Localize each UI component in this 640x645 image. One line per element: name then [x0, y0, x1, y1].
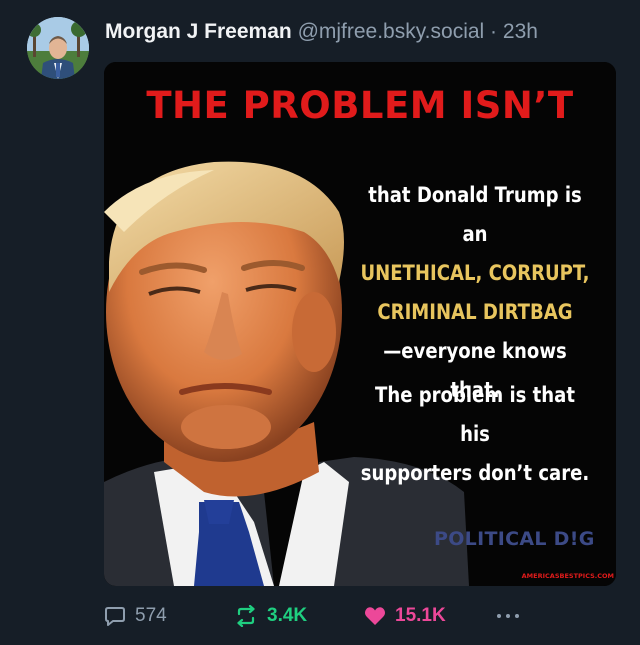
author-display-name[interactable]: Morgan J Freeman [105, 20, 292, 43]
post-timestamp[interactable]: 23h [503, 20, 538, 43]
post-actions: 574 3.4K 15.1K [104, 600, 624, 632]
meme-line-highlight: UNETHICAL, CORRUPT, [360, 261, 590, 285]
like-button[interactable]: 15.1K [364, 600, 446, 632]
meme-line: supporters don’t care. [360, 461, 590, 485]
heart-icon [365, 607, 385, 625]
author-handle[interactable]: @mjfree.bsky.social [298, 20, 485, 43]
meme-line: that Donald Trump is an [368, 183, 582, 246]
repost-count: 3.4K [267, 605, 308, 626]
meme-text-block-2: The problem is that his supporters don’t… [359, 376, 591, 493]
meme-text-block-1: that Donald Trump is an UNETHICAL, CORRU… [359, 176, 591, 410]
meme-headline: THE PROBLEM ISN’T [146, 84, 574, 127]
meme-site-credit: AMERICASBESTPICS.COM [521, 572, 614, 580]
ellipsis-icon [497, 614, 519, 618]
header-separator: · [484, 20, 503, 43]
like-count: 15.1K [395, 605, 446, 626]
meme-line-highlight: CRIMINAL DIRTBAG [377, 300, 573, 324]
more-options-button[interactable] [496, 600, 520, 632]
meme-watermark: POLITICAL D!G [434, 528, 595, 550]
avatar-photo [27, 17, 89, 79]
post-image[interactable]: THE PROBLEM ISN’T that Donald Trump is a… [104, 62, 616, 586]
reply-count: 574 [135, 605, 167, 626]
speech-bubble-icon [105, 607, 125, 626]
author-avatar[interactable] [27, 17, 89, 79]
repost-arrows-icon [237, 605, 255, 627]
post-header: Morgan J Freeman @mjfree.bsky.social · 2… [105, 18, 538, 46]
meme-line: The problem is that his [375, 383, 575, 446]
reply-button[interactable]: 574 [104, 600, 167, 632]
repost-button[interactable]: 3.4K [234, 600, 307, 632]
post-card[interactable]: Morgan J Freeman @mjfree.bsky.social · 2… [0, 0, 640, 645]
